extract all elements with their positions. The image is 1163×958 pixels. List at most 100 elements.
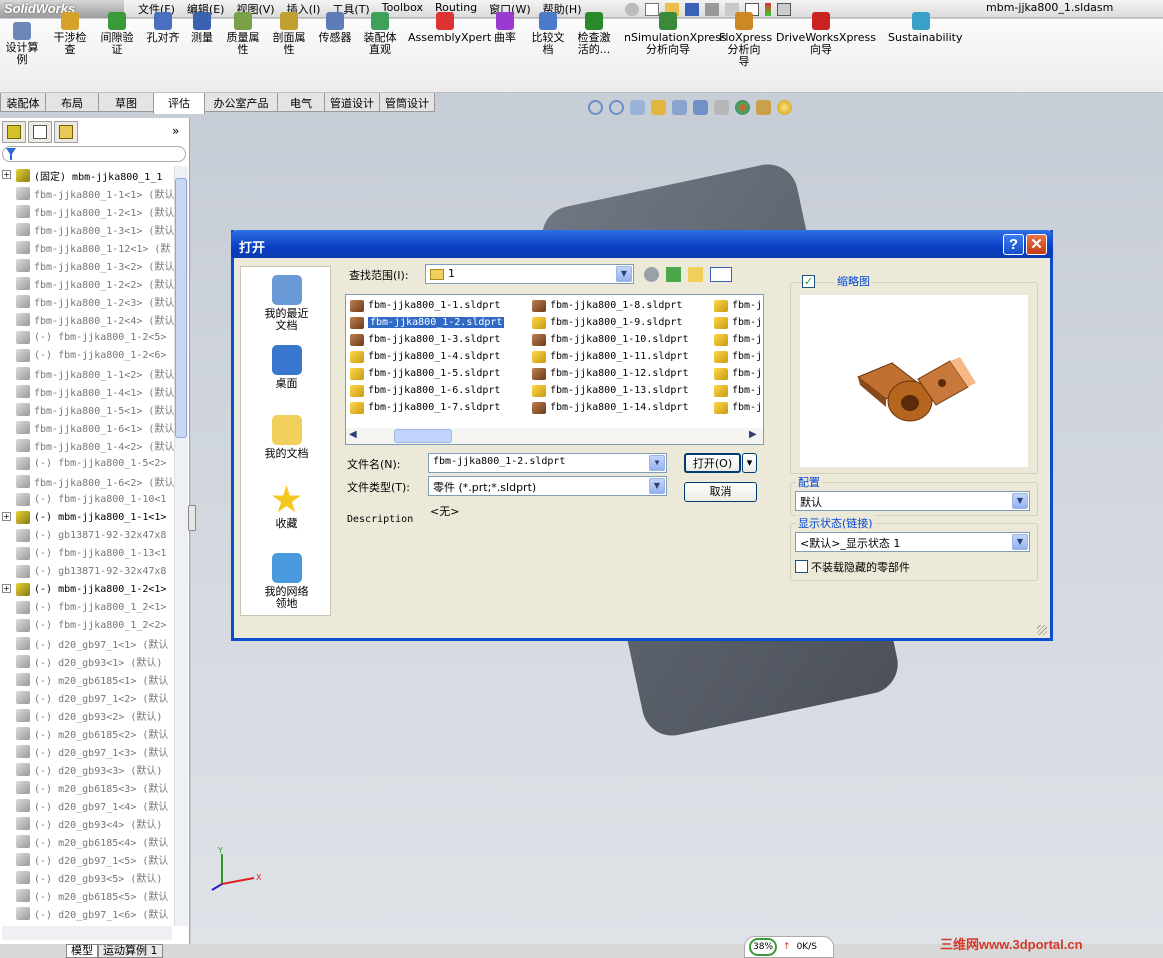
place-2[interactable]: 我的文档 [241,415,332,460]
tree-node[interactable]: (-) fbm-jjka800_1-10<1 [16,490,166,508]
ribbon-button-8[interactable]: 装配体 直观 [361,12,399,56]
tree-node[interactable]: (-) fbm-jjka800_1_2<2> [16,616,166,634]
tree-node[interactable]: (-) fbm-jjka800_1-13<1 [16,544,166,562]
file-item[interactable]: fbm-jjka800_1-8.sldprt [532,298,682,313]
pane-splitter-handle[interactable] [188,505,196,531]
expand-icon[interactable]: + [2,512,11,521]
file-item[interactable]: fbm-jjka800_1-12.sldprt [532,366,688,381]
tab-property-manager[interactable] [28,121,52,143]
thumbnail-checkbox[interactable]: ✓ [802,275,815,288]
tree-node[interactable]: (-) mbm-jjka800_1-2<1> [16,580,166,598]
tree-node[interactable]: fbm-jjka800_1-2<4> (默认 [16,310,174,328]
file-item[interactable]: fbm-jjka800_1-4.sldprt [350,349,500,364]
tab-0[interactable]: 装配体 [0,93,46,112]
ribbon-button-10[interactable]: 曲率 [491,12,519,44]
tree-node[interactable]: (-) fbm-jjka800_1_2<1> [16,598,166,616]
ribbon-button-7[interactable]: 传感器 [316,12,354,44]
file-item[interactable]: fbm-j [714,383,762,398]
tree-node[interactable]: (-) fbm-jjka800_1-2<6> [16,346,166,364]
scroll-left-icon[interactable]: ◀ [349,429,357,440]
zoom-to-fit-icon[interactable] [588,99,603,115]
tree-node[interactable]: fbm-jjka800_1-4<2> (默认 [16,436,174,454]
ribbon-button-16[interactable]: Sustainability [888,12,962,44]
scene-icon[interactable] [756,99,771,115]
tree-node[interactable]: (-) d20_gb93<1> (默认) [16,652,162,670]
zoom-area-icon[interactable] [609,99,624,115]
tree-node[interactable]: (-) mbm-jjka800_1-1<1> [16,508,166,526]
tree-scroll-thumb[interactable] [175,178,187,438]
filename-dropdown-icon[interactable]: ▼ [649,455,665,471]
tree-node[interactable]: fbm-jjka800_1-3<2> (默认 [16,256,174,274]
tree-node[interactable]: (-) d20_gb93<5> (默认) [16,868,162,886]
scroll-right-icon[interactable]: ▶ [749,429,757,440]
tree-node[interactable]: fbm-jjka800_1-2<3> (默认 [16,292,174,310]
file-item[interactable]: fbm-j [714,315,762,330]
tree-node[interactable]: (-) gb13871-92-32x47x8 [16,526,166,544]
tree-node[interactable]: fbm-jjka800_1-4<1> (默认 [16,382,174,400]
previous-view-icon[interactable] [630,99,645,115]
config-dropdown-icon[interactable]: ▼ [1012,493,1028,509]
filetype-select[interactable]: 零件 (*.prt;*.sldprt) ▼ [428,476,667,496]
look-in-combo[interactable]: 1 ▼ [425,264,634,284]
tree-node[interactable]: (-) m20_gb6185<3> (默认 [16,778,168,796]
ribbon-button-14[interactable]: FloXpress 分析向导 [719,12,772,68]
tree-node[interactable]: fbm-jjka800_1-1<1> (默认 [16,184,174,202]
file-item[interactable]: fbm-jjka800_1-14.sldprt [532,400,688,415]
ribbon-button-13[interactable]: nSimulationXpress 分析向导 [624,12,727,56]
filename-field[interactable]: fbm-jjka800_1-2.sldprt ▼ [428,453,667,473]
ribbon-button-12[interactable]: 检查激 活的... [574,12,614,56]
file-item[interactable]: fbm-jjka800_1-5.sldprt [350,366,500,381]
view-orientation-icon[interactable] [672,99,687,115]
tree-node[interactable]: (-) fbm-jjka800_1-2<5> [16,328,166,346]
filetype-dropdown-icon[interactable]: ▼ [649,478,665,494]
tab-1[interactable]: 布局 [45,93,99,112]
close-button[interactable]: ✕ [1026,234,1047,255]
open-options-dropdown[interactable]: ▾ [742,453,757,473]
ribbon-button-2[interactable]: 间隙验证 [98,12,136,56]
file-item[interactable]: fbm-jjka800_1-13.sldprt [532,383,688,398]
file-item[interactable]: fbm-jjka800_1-9.sldprt [532,315,682,330]
edit-appearance-icon[interactable] [735,99,750,115]
dialog-titlebar[interactable] [231,230,1053,258]
place-3[interactable]: 收藏 [241,485,332,530]
ribbon-button-15[interactable]: DriveWorksXpress 向导 [776,12,876,56]
place-4[interactable]: 我的网络 领地 [241,553,332,610]
file-item[interactable]: fbm-j [714,349,762,364]
view-menu-icon[interactable] [710,267,732,282]
tree-node[interactable]: (-) m20_gb6185<5> (默认 [16,886,168,904]
tree-node[interactable]: fbm-jjka800_1-6<2> (默认 [16,472,174,490]
file-item[interactable]: fbm-j [714,400,762,415]
tree-node[interactable]: (-) m20_gb6185<1> (默认 [16,670,168,688]
collapse-pane-icon[interactable]: » [172,124,179,138]
file-item[interactable]: fbm-jjka800_1-10.sldprt [532,332,688,347]
look-in-dropdown-icon[interactable]: ▼ [616,266,632,282]
open-button[interactable]: 打开(O) [684,453,741,473]
tree-node[interactable]: (-) d20_gb93<3> (默认) [16,760,162,778]
ribbon-button-9[interactable]: AssemblyXpert [408,12,491,44]
cancel-button[interactable]: 取消 [684,482,757,502]
file-item[interactable]: fbm-jjka800_1-3.sldprt [350,332,500,347]
tree-node[interactable]: (-) gb13871-92-32x47x8 [16,562,166,580]
ribbon-button-6[interactable]: 剖面属性 [270,12,308,56]
expand-icon[interactable]: + [2,584,11,593]
expand-icon[interactable]: + [2,170,11,179]
tab-7[interactable]: 管筒设计 [379,93,435,112]
tree-node[interactable]: (固定) mbm-jjka800_1_1 [16,166,162,184]
ribbon-button-3[interactable]: 孔对齐 [144,12,182,44]
file-item[interactable]: fbm-j [714,332,762,347]
tree-node[interactable]: (-) m20_gb6185<4> (默认 [16,832,168,850]
tree-filter-input[interactable] [2,146,186,162]
tree-node[interactable]: fbm-jjka800_1-3<1> (默认 [16,220,174,238]
tree-node[interactable]: fbm-jjka800_1-1<2> (默认 [16,364,174,382]
tree-horizontal-scrollbar[interactable] [2,926,172,940]
tab-6[interactable]: 管道设计 [324,93,380,112]
hide-show-icon[interactable] [714,99,729,115]
up-folder-icon[interactable] [666,267,681,282]
section-view-icon[interactable] [651,99,666,115]
file-item[interactable]: fbm-j [714,298,762,313]
back-icon[interactable] [644,267,659,282]
file-item[interactable]: fbm-jjka800_1-11.sldprt [532,349,688,364]
tree-node[interactable]: fbm-jjka800_1-2<2> (默认 [16,274,174,292]
tab-4[interactable]: 办公室产品 [204,93,278,112]
tree-node[interactable]: (-) m20_gb6185<2> (默认 [16,724,168,742]
